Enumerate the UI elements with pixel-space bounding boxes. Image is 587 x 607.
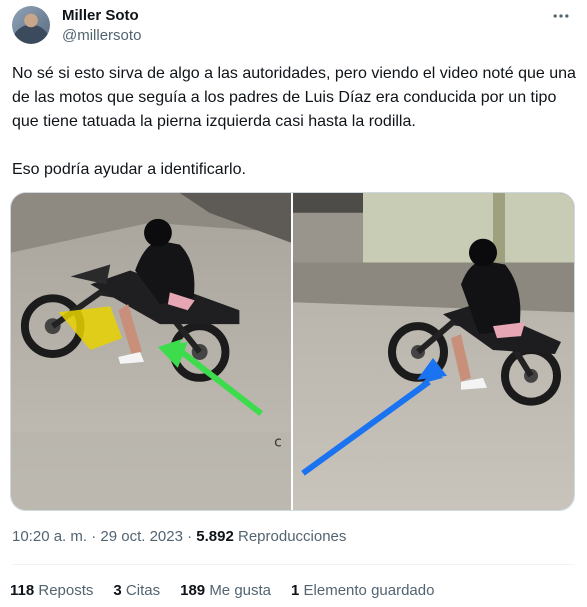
bookmarks-stat[interactable]: 1 Elemento guardado (291, 582, 434, 599)
tweet-text: No sé si esto sirva de algo a las autori… (12, 62, 577, 182)
views-label: Reproducciones (238, 528, 347, 545)
svg-text:c: c (274, 434, 282, 450)
likes-label: Me gusta (209, 582, 272, 599)
avatar[interactable] (12, 6, 50, 44)
reposts-stat[interactable]: 118 Reposts (10, 582, 93, 599)
display-name[interactable]: Miller Soto (62, 7, 139, 24)
likes-count: 189 (180, 582, 206, 599)
quotes-label: Citas (125, 582, 161, 599)
more-button[interactable] (549, 4, 573, 28)
reposts-label: Reposts (38, 582, 94, 599)
timestamp[interactable]: 10:20 a. m. · 29 oct. 2023 · (12, 528, 192, 545)
likes-stat[interactable]: 189 Me gusta (180, 582, 271, 599)
media-image-right[interactable] (293, 193, 574, 510)
engagement-stats: 118 Reposts 3 Citas 189 Me gusta 1 Eleme… (10, 582, 434, 599)
divider (12, 564, 575, 565)
quotes-count: 3 (113, 582, 122, 599)
quotes-stat[interactable]: 3 Citas (113, 582, 160, 599)
user-handle[interactable]: @millersoto (62, 27, 141, 44)
bookmarks-count: 1 (291, 582, 300, 599)
tweet-paragraph: Eso podría ayudar a identificarlo. (12, 161, 246, 178)
tweet-meta: 10:20 a. m. · 29 oct. 2023 · 5.892 Repro… (12, 528, 346, 545)
media-grid[interactable]: c (10, 192, 575, 511)
tweet-paragraph: No sé si esto sirva de algo a las autori… (12, 65, 576, 130)
bookmarks-label: Elemento guardado (303, 582, 435, 599)
views-count: 5.892 (196, 528, 234, 545)
more-horizontal-icon (553, 14, 569, 18)
reposts-count: 118 (10, 582, 35, 599)
media-image-left[interactable]: c (11, 193, 293, 510)
